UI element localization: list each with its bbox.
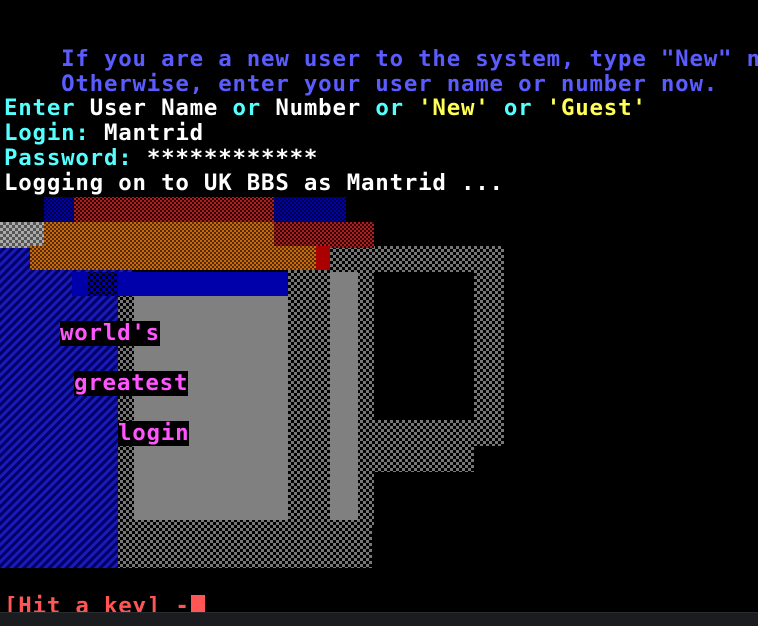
login-prompt: Enter User Name or Number or 'New' or 'G…	[4, 96, 647, 121]
intro-line-2: Otherwise, enter your user name or numbe…	[4, 47, 718, 97]
logging-on-line: Logging on to UK BBS as Mantrid ...	[4, 171, 504, 196]
prompt-new-option: 'New'	[418, 95, 490, 121]
login-input[interactable]: Mantrid	[104, 120, 204, 146]
intro-text-2: Otherwise, enter your user name or numbe…	[61, 71, 719, 97]
hit-key-prompt[interactable]: [Hit a key] -	[4, 594, 205, 612]
login-line: Login: Mantrid	[4, 121, 204, 146]
password-line: Password: ************	[4, 146, 318, 171]
art-caption-login: login	[118, 420, 190, 446]
prompt-number: Number	[275, 95, 362, 121]
password-input[interactable]: ************	[147, 145, 318, 171]
prompt-user-name: User Name	[89, 95, 219, 121]
art-caption-greatest: greatest	[74, 370, 189, 396]
prompt-or-2: or	[375, 95, 404, 121]
hit-key-text: [Hit a key] -	[4, 593, 190, 613]
prompt-guest-option: 'Guest'	[546, 95, 647, 121]
prompt-or-3: or	[503, 95, 533, 121]
block-cursor-icon	[190, 595, 205, 612]
login-label: Login:	[4, 120, 90, 146]
password-label: Password:	[4, 145, 133, 171]
window-bottom-edge	[0, 612, 758, 626]
logging-on-text: Logging on to UK BBS as Mantrid ...	[4, 170, 504, 196]
terminal-screen[interactable]: If you are a new user to the system, typ…	[0, 0, 758, 612]
prompt-or-1: or	[232, 95, 262, 121]
art-caption-worlds: world's	[60, 320, 160, 346]
intro-line-1: If you are a new user to the system, typ…	[4, 22, 758, 72]
prompt-enter: Enter	[4, 95, 76, 121]
